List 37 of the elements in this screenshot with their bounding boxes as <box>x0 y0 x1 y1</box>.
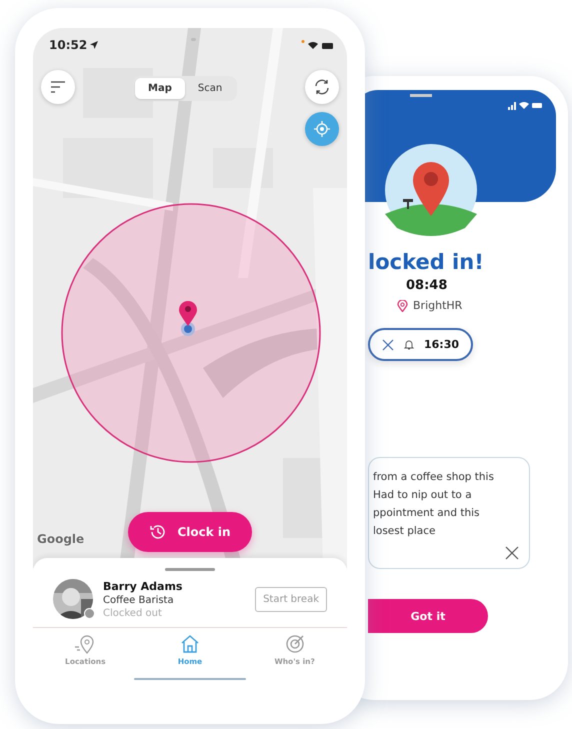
location-arrow-icon <box>90 41 98 49</box>
drag-handle <box>410 94 432 97</box>
status-dot <box>84 608 95 619</box>
user-role: Coffee Barista <box>103 594 175 606</box>
note-field[interactable]: from a coffee shop this Had to nip out to a ppointment and this losest place <box>368 457 530 569</box>
close-icon <box>382 338 394 350</box>
note-text: from a coffee shop this <box>373 470 495 485</box>
status-icons <box>299 40 333 50</box>
close-icon[interactable] <box>505 546 519 560</box>
reminder-button[interactable]: 16:30 <box>368 328 474 361</box>
location-name: BrightHR <box>413 299 462 312</box>
clock-history-icon <box>149 523 168 541</box>
clock-status: Clocked out <box>103 608 163 618</box>
user-name: Barry Adams <box>103 580 184 592</box>
drag-handle[interactable] <box>165 568 215 571</box>
note-text: losest place <box>373 524 436 539</box>
got-it-button[interactable]: Got it <box>368 599 488 633</box>
refresh-icon <box>313 78 331 96</box>
note-text: ppointment and this <box>373 506 480 521</box>
target-icon <box>284 634 305 654</box>
start-break-button[interactable]: Start break <box>255 586 327 612</box>
confirmation-title: locked in! <box>368 250 484 274</box>
status-time: 10:52 <box>49 38 88 52</box>
status-icons <box>508 100 542 110</box>
location-pin-icon <box>178 300 198 336</box>
segment-tab[interactable]: Scan <box>184 78 236 99</box>
segment-tab[interactable]: Map <box>135 78 185 99</box>
map-attribution: Google <box>37 532 84 546</box>
home-icon <box>180 634 200 654</box>
clock-in-button[interactable]: Clock in <box>128 512 252 552</box>
note-text: Had to nip out to a <box>373 488 473 503</box>
menu-icon <box>50 80 66 94</box>
crosshair-icon <box>314 121 330 137</box>
location-pin-icon <box>74 634 96 654</box>
bell-icon <box>404 339 414 350</box>
clock-in-time: 08:48 <box>406 278 448 293</box>
location-pin-icon <box>397 300 408 312</box>
